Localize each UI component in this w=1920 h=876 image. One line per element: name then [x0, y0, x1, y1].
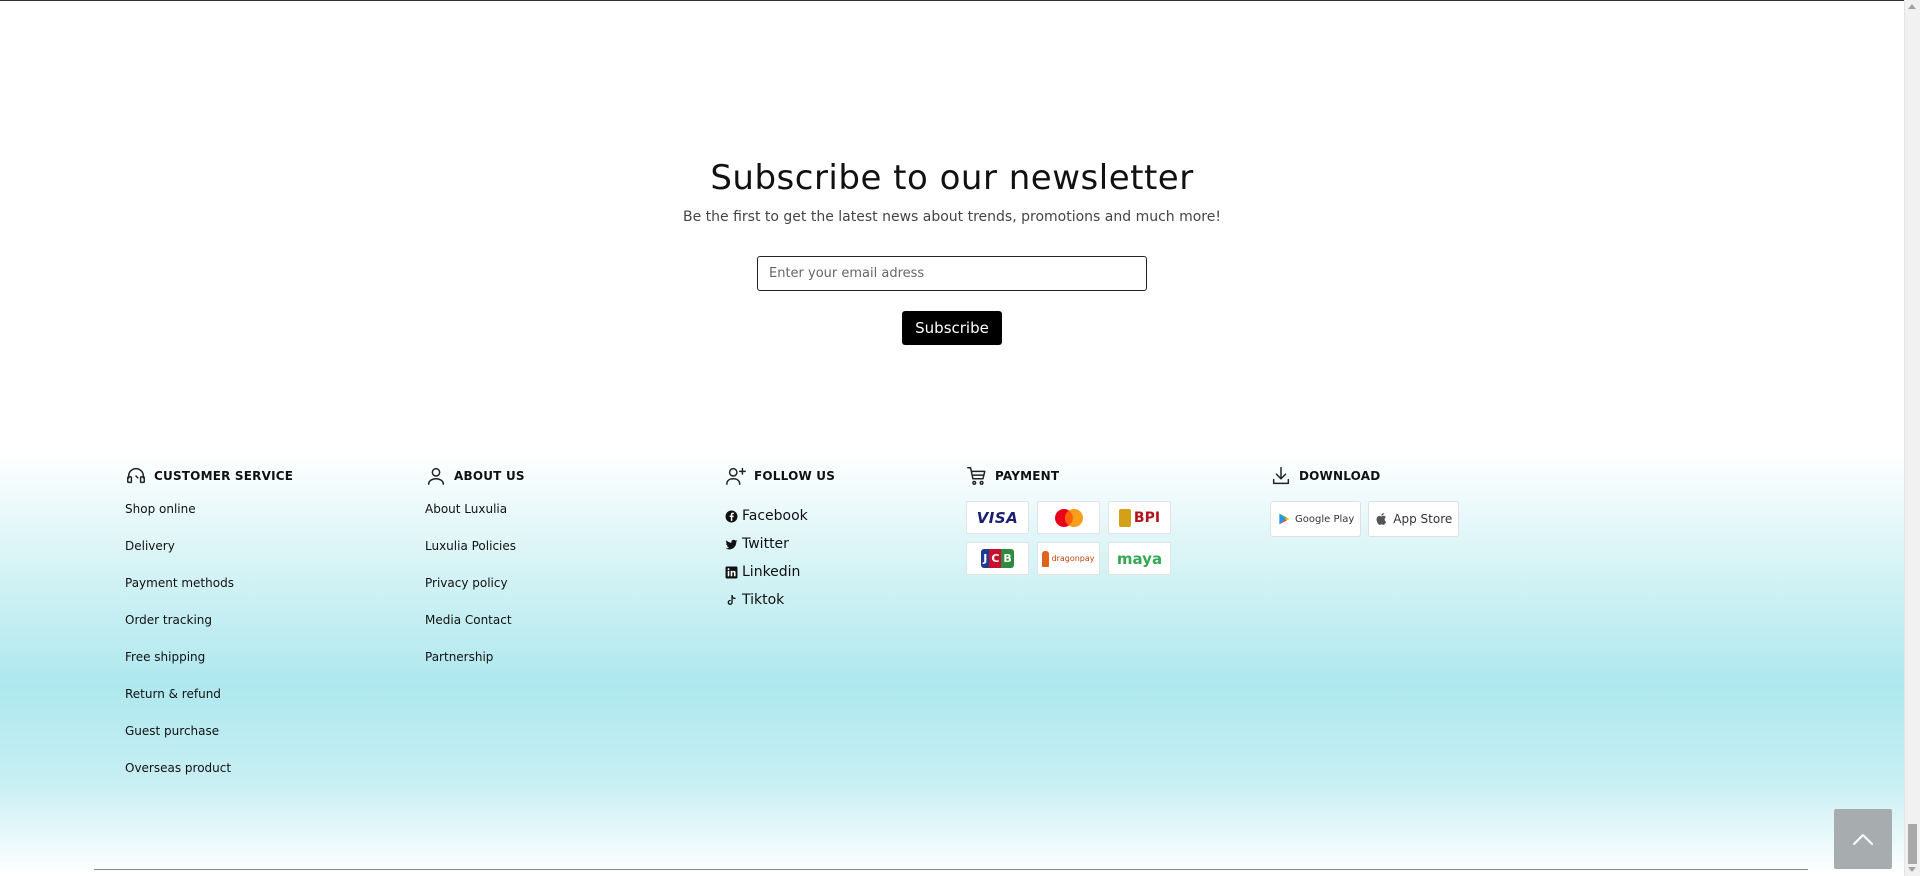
tiktok-icon — [727, 594, 736, 605]
link-luxulia-policies[interactable]: Luxulia Policies — [425, 538, 525, 575]
follow-us-column: FOLLOW US Facebook Twitter Linkedin Tikt… — [725, 464, 835, 614]
maya-logo: maya — [1108, 542, 1171, 575]
about-us-heading-label: ABOUT US — [454, 469, 525, 483]
payment-heading-label: PAYMENT — [995, 469, 1060, 483]
follow-us-heading-label: FOLLOW US — [754, 469, 836, 483]
link-privacy-policy[interactable]: Privacy policy — [425, 575, 525, 612]
link-twitter[interactable]: Twitter — [725, 530, 835, 558]
visa-logo: VISA — [966, 501, 1029, 534]
link-partnership[interactable]: Partnership — [425, 649, 525, 686]
site-footer: CUSTOMER SERVICE Shop online Delivery Pa… — [0, 452, 1904, 876]
user-icon — [427, 467, 445, 485]
newsletter-section: Subscribe to our newsletter Be the first… — [0, 150, 1904, 345]
link-payment-methods[interactable]: Payment methods — [125, 575, 293, 612]
user-plus-icon — [726, 467, 746, 485]
app-store-badge[interactable]: App Store — [1368, 501, 1460, 537]
link-free-shipping[interactable]: Free shipping — [125, 649, 293, 686]
back-to-top-button[interactable] — [1834, 809, 1892, 869]
google-play-label: Google Play — [1295, 513, 1355, 525]
app-store-label: App Store — [1393, 512, 1453, 526]
download-heading: DOWNLOAD — [1270, 464, 1466, 488]
cart-icon — [967, 467, 986, 485]
payment-column: PAYMENT VISA BPI J C B dragonpay maya — [966, 464, 1171, 575]
maya-label: maya — [1116, 549, 1163, 568]
download-icon — [1272, 467, 1290, 485]
customer-service-heading-label: CUSTOMER SERVICE — [154, 469, 294, 483]
link-overseas-product[interactable]: Overseas product — [125, 760, 293, 797]
about-us-list: About Luxulia Luxulia Policies Privacy p… — [425, 501, 525, 686]
scrollbar-thumb[interactable] — [1908, 824, 1917, 864]
footer-divider — [94, 869, 1808, 870]
dragonpay-label: dragonpay — [1051, 554, 1095, 563]
scroll-up-arrow-icon[interactable] — [1908, 4, 1916, 9]
facebook-label: Facebook — [742, 508, 808, 524]
customer-service-list: Shop online Delivery Payment methods Ord… — [125, 501, 293, 797]
subscribe-button[interactable]: Subscribe — [902, 311, 1002, 345]
twitter-icon — [725, 539, 738, 549]
payment-methods-grid: VISA BPI J C B dragonpay maya — [966, 501, 1171, 575]
link-return-refund[interactable]: Return & refund — [125, 686, 293, 723]
jcb-mark: J C B — [981, 549, 1014, 568]
google-play-icon — [1279, 513, 1290, 525]
link-shop-online[interactable]: Shop online — [125, 501, 293, 538]
mastercard-logo — [1037, 501, 1100, 534]
link-delivery[interactable]: Delivery — [125, 538, 293, 575]
email-input[interactable] — [757, 256, 1147, 291]
jcb-logo: J C B — [966, 542, 1029, 575]
app-store-badges: Google Play App Store — [1270, 501, 1466, 537]
newsletter-title: Subscribe to our newsletter — [710, 158, 1194, 198]
social-list: Facebook Twitter Linkedin Tiktok — [725, 502, 835, 614]
chevron-up-icon — [1853, 834, 1873, 845]
follow-us-heading: FOLLOW US — [725, 464, 835, 488]
bpi-label: BPI — [1133, 509, 1161, 526]
dragonpay-emblem-icon — [1042, 550, 1050, 567]
about-us-column: ABOUT US About Luxulia Luxulia Policies … — [425, 464, 525, 686]
link-media-contact[interactable]: Media Contact — [425, 612, 525, 649]
twitter-label: Twitter — [742, 536, 789, 552]
link-tiktok[interactable]: Tiktok — [725, 586, 835, 614]
headset-icon — [127, 468, 145, 484]
visa-label: VISA — [976, 508, 1019, 527]
download-column: DOWNLOAD Google Play App Store — [1270, 464, 1466, 537]
apple-icon — [1376, 512, 1387, 525]
download-heading-label: DOWNLOAD — [1299, 469, 1381, 483]
newsletter-subtitle: Be the first to get the latest news abou… — [683, 209, 1221, 225]
page-scrollbar[interactable] — [1904, 0, 1920, 876]
about-us-heading: ABOUT US — [425, 464, 525, 488]
link-about-luxulia[interactable]: About Luxulia — [425, 501, 525, 538]
linkedin-label: Linkedin — [742, 564, 801, 580]
bpi-logo: BPI — [1108, 501, 1171, 534]
dragonpay-logo: dragonpay — [1037, 542, 1100, 575]
bpi-emblem-icon — [1118, 508, 1131, 527]
scroll-down-arrow-icon[interactable] — [1908, 867, 1916, 872]
facebook-icon — [725, 510, 738, 522]
payment-heading: PAYMENT — [966, 464, 1171, 488]
mastercard-icon — [1054, 508, 1083, 527]
top-divider — [0, 0, 1904, 1]
tiktok-label: Tiktok — [742, 592, 785, 608]
link-guest-purchase[interactable]: Guest purchase — [125, 723, 293, 760]
link-linkedin[interactable]: Linkedin — [725, 558, 835, 586]
linkedin-icon — [725, 566, 738, 578]
link-order-tracking[interactable]: Order tracking — [125, 612, 293, 649]
link-facebook[interactable]: Facebook — [725, 502, 835, 530]
customer-service-column: CUSTOMER SERVICE Shop online Delivery Pa… — [125, 464, 293, 797]
google-play-badge[interactable]: Google Play — [1270, 501, 1362, 537]
customer-service-heading: CUSTOMER SERVICE — [125, 464, 293, 488]
